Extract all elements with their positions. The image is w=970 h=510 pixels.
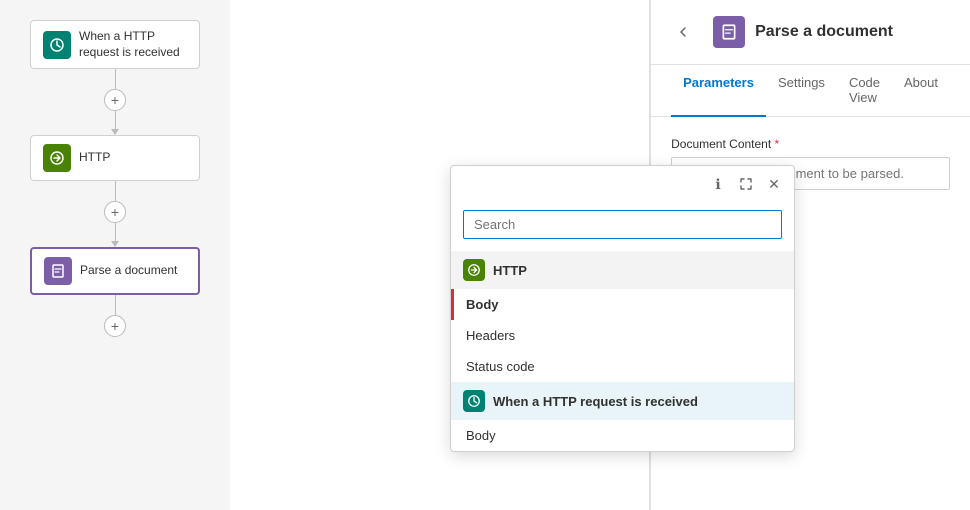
http-request-section-label: When a HTTP request is received: [493, 394, 698, 409]
flow-node-parse-document[interactable]: Parse a document: [30, 247, 200, 295]
parse-document-icon: [44, 257, 72, 285]
popup-item-headers[interactable]: Headers: [451, 320, 794, 351]
detail-title: Parse a document: [755, 23, 893, 41]
popup-item-body-2[interactable]: Body: [451, 420, 794, 451]
popup-section-http-request[interactable]: When a HTTP request is received: [451, 382, 794, 420]
add-button-2[interactable]: +: [104, 201, 126, 223]
http-request-label: When a HTTP request is received: [79, 29, 187, 60]
flow-node-http[interactable]: HTTP: [30, 135, 200, 181]
detail-header: Parse a document: [651, 0, 970, 65]
add-button-1[interactable]: +: [104, 89, 126, 111]
field-label-document-content: Document Content *: [671, 137, 950, 151]
tab-code-view[interactable]: Code View: [837, 65, 892, 117]
add-button-3[interactable]: +: [104, 315, 126, 337]
expand-icon[interactable]: [736, 174, 756, 194]
popup-item-status-code[interactable]: Status code: [451, 351, 794, 382]
collapse-button[interactable]: [671, 20, 695, 44]
popup-header: ℹ ✕: [451, 166, 794, 202]
http-icon: [43, 144, 71, 172]
connector-2: +: [104, 181, 126, 247]
detail-tabs: Parameters Settings Code View About: [651, 65, 970, 117]
http-request-icon: [43, 31, 71, 59]
popup-section-http[interactable]: HTTP: [451, 251, 794, 289]
popup-panel: ℹ ✕ HTTP Body Headers: [450, 165, 795, 452]
tab-about[interactable]: About: [892, 65, 950, 117]
search-input[interactable]: [463, 210, 782, 239]
http-request-section-icon: [463, 390, 485, 412]
tab-parameters[interactable]: Parameters: [671, 65, 766, 117]
flow-panel: When a HTTP request is received + HTTP +: [0, 0, 230, 510]
connector-3: +: [104, 295, 126, 337]
connector-1: +: [104, 69, 126, 135]
parse-document-label: Parse a document: [80, 263, 177, 279]
tab-settings[interactable]: Settings: [766, 65, 837, 117]
info-icon[interactable]: ℹ: [708, 174, 728, 194]
detail-icon: [713, 16, 745, 48]
http-section-label: HTTP: [493, 263, 527, 278]
http-label: HTTP: [79, 150, 110, 166]
close-icon[interactable]: ✕: [764, 174, 784, 194]
popup-item-body-highlighted[interactable]: Body: [451, 289, 794, 320]
http-section-icon: [463, 259, 485, 281]
search-container: [451, 202, 794, 251]
flow-node-http-request[interactable]: When a HTTP request is received: [30, 20, 200, 69]
canvas-area: ℹ ✕ HTTP Body Headers: [230, 0, 650, 510]
